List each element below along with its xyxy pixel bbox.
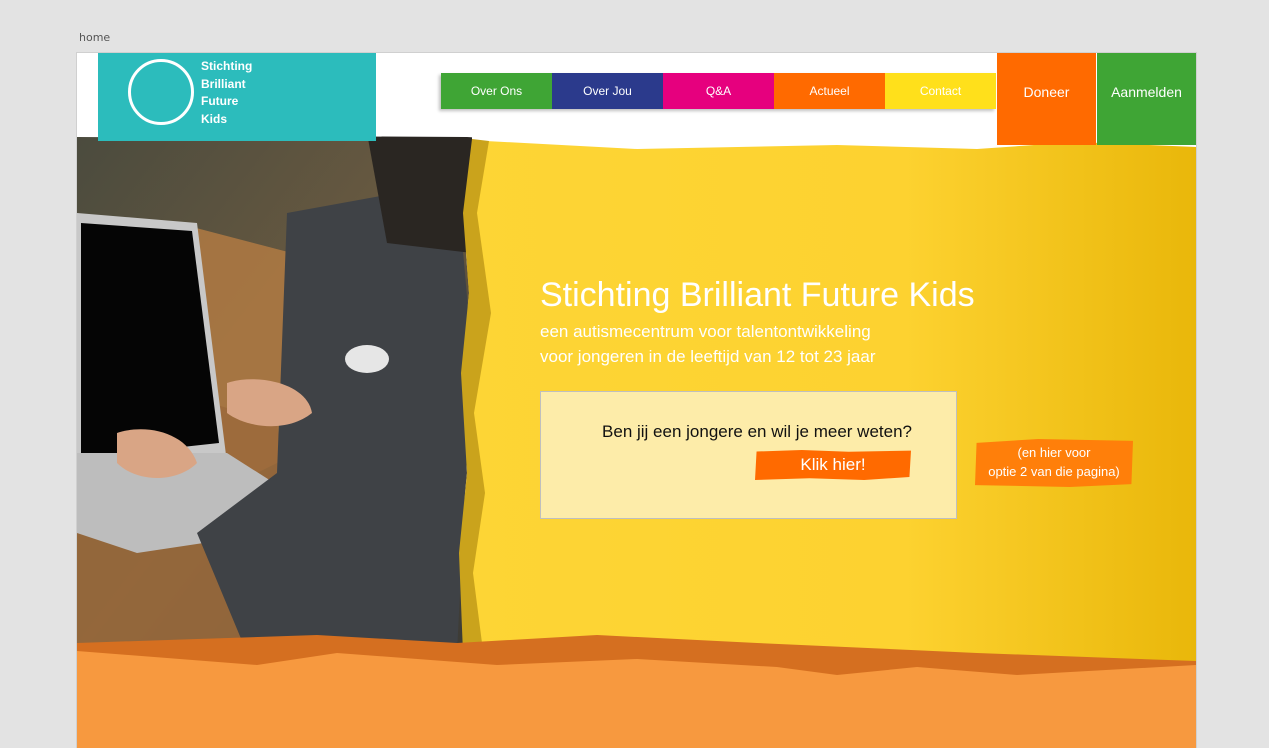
nav-item-qa[interactable]: Q&A [663,73,774,109]
signup-button[interactable]: Aanmelden [1097,53,1196,145]
hero-subtitle-line: een autismecentrum voor talentontwikkeli… [540,322,871,341]
logo-line: Future [201,94,239,108]
logo-line: Brilliant [201,76,246,91]
hero-title: Stichting Brilliant Future Kids [540,276,975,314]
option2-line: (en hier voor [1017,445,1091,460]
hero-subtitle-line: voor jongeren in de leeftijd van 12 tot … [540,347,876,366]
laptop-photo [77,133,472,653]
cta-question: Ben jij een jongere en wil je meer weten… [602,422,912,441]
logo-circle-icon [128,59,194,125]
logo-line: Kids [201,111,228,126]
website-frame: Stichting Brilliant Future Kids Over Ons… [76,52,1197,748]
click-here-button[interactable]: Klik hier! [755,450,911,480]
hero-subtitle: een autismecentrum voor talentontwikkeli… [540,319,975,369]
logo-block[interactable]: Stichting Brilliant Future Kids [98,53,376,141]
option2-button[interactable]: (en hier voor optie 2 van die pagina) [975,439,1133,487]
hero-text: Stichting Brilliant Future Kids een auti… [540,275,975,369]
nav-item-contact[interactable]: Contact [885,73,996,109]
nav-item-over-ons[interactable]: Over Ons [441,73,552,109]
page-label: home [79,31,111,44]
logo-text: Stichting Brilliant Future Kids [201,58,291,128]
cta-box: Ben jij een jongere en wil je meer weten… [540,391,957,519]
logo-line: Stichting [201,59,253,73]
nav-item-over-jou[interactable]: Over Jou [552,73,663,109]
option2-line: optie 2 van die pagina) [988,464,1120,479]
donate-button[interactable]: Doneer [997,53,1096,145]
nav-item-actueel[interactable]: Actueel [774,73,885,109]
main-nav: Over Ons Over Jou Q&A Actueel Contact [441,73,996,109]
